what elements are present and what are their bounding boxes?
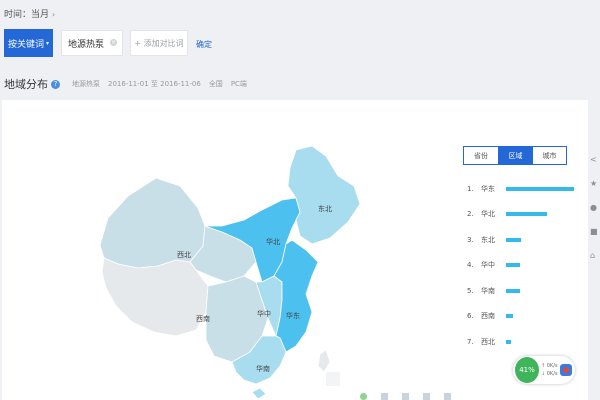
help-icon[interactable]: ?	[51, 79, 60, 89]
keyword-tag[interactable]: 地源热泵 ×	[61, 30, 123, 56]
map-label-dongbei: 东北	[318, 204, 332, 213]
china-region-map: 东北 华北 西北 西南 华中 华东 华南	[99, 145, 361, 400]
caret-down-icon: ▾	[46, 40, 50, 47]
keyword-mode-button[interactable]: 按关键词 ▾	[4, 29, 53, 57]
tray-dot-icon	[402, 393, 409, 400]
meta-scope: 全国	[208, 80, 223, 88]
star-icon[interactable]: ★	[590, 179, 599, 188]
arrow-up-icon: ↑	[541, 363, 546, 369]
map-south-sea-inset	[326, 372, 340, 386]
ranking-item: 4. 华中	[467, 253, 574, 279]
map-region-xizang[interactable]	[101, 257, 209, 337]
ranking-item: 1. 华东	[467, 176, 574, 202]
download-speed-value: 0K/s	[546, 371, 558, 377]
ranking-bar	[506, 314, 513, 319]
tray-dot-icon	[360, 393, 367, 400]
ranking-name: 华东	[481, 184, 495, 193]
ranking-bar	[506, 339, 511, 344]
ranking-number: 2.	[467, 210, 474, 219]
time-filter-label: 时间：当月	[4, 10, 50, 20]
ranking-number: 1.	[467, 184, 474, 193]
ranking-bar	[506, 263, 520, 268]
ranking-bar	[506, 186, 574, 191]
tray-dot-icon	[381, 393, 388, 400]
tray-dot-icon	[423, 393, 430, 400]
ranking-number: 4.	[467, 261, 474, 270]
keyword-tag-label: 地源热泵	[68, 39, 105, 50]
ranking-number: 7.	[467, 337, 474, 346]
meta-device: PC端	[230, 80, 247, 88]
keyword-mode-label: 按关键词	[7, 38, 44, 49]
section-title: 地域分布	[4, 78, 48, 91]
ranking-name: 华北	[481, 210, 495, 219]
ranking-item: 2. 华北	[467, 202, 574, 228]
speed-percent: 41%	[515, 357, 539, 383]
home-icon[interactable]: ⌂	[590, 251, 599, 260]
map-label-xinan: 西南	[196, 314, 210, 323]
map-label-huadong: 华东	[286, 311, 300, 320]
info-icon[interactable]: ●	[590, 203, 599, 212]
meta-date-range: 2016-11-01 至 2016-11-06	[108, 80, 201, 88]
region-granularity-tabs: 省份 区域 城市	[463, 146, 567, 165]
security-app-icon[interactable]	[560, 364, 572, 376]
ranking-item: 5. 华南	[467, 278, 574, 304]
section-header: 地域分布 ? 地源热泵 2016-11-01 至 2016-11-06 全国 P…	[4, 76, 247, 92]
ranking-name: 东北	[481, 235, 495, 244]
map-label-huanan: 华南	[256, 364, 270, 373]
ranking-name: 华南	[481, 286, 495, 295]
ranking-bar	[506, 288, 520, 293]
map-label-huazhong: 华中	[257, 309, 271, 318]
chevron-right-icon: ›	[52, 10, 56, 19]
download-speed: ↓ 0K/s	[541, 371, 558, 377]
upload-speed-value: 0K/s	[546, 363, 558, 369]
arrow-down-icon: ↓	[541, 371, 546, 377]
ranking-bar	[506, 212, 547, 217]
ranking-bar	[506, 237, 521, 242]
side-toolbar: < ★ ● ■ ⌂	[590, 155, 600, 275]
tab-province[interactable]: 省份	[464, 147, 498, 164]
add-compare-label: + 添加对比词	[134, 38, 184, 48]
map-label-huabei: 华北	[266, 237, 280, 246]
network-speed-widget[interactable]: 41% ↑ 0K/s ↓ 0K/s	[513, 356, 575, 384]
map-region-taiwan[interactable]	[317, 349, 331, 373]
ranking-name: 华中	[481, 261, 495, 270]
ranking-item: 7. 西北	[467, 329, 574, 355]
ranking-number: 6.	[467, 312, 474, 321]
ranking-item: 6. 西南	[467, 304, 574, 330]
ranking-number: 5.	[467, 286, 474, 295]
share-icon[interactable]: <	[590, 155, 599, 164]
chart-icon[interactable]: ■	[590, 227, 599, 236]
map-region-dongbei[interactable]	[287, 145, 361, 245]
region-ranking-list: 1. 华东 2. 华北 3. 东北 4. 华中 5. 华南 6. 西南 7. 西北	[467, 176, 574, 355]
tray-dot-icon	[444, 393, 451, 400]
ranking-name: 西北	[481, 337, 495, 346]
time-filter[interactable]: 时间：当月 ›	[4, 7, 55, 20]
map-region-hainan[interactable]	[251, 387, 267, 400]
tab-region[interactable]: 区域	[498, 147, 532, 164]
bottom-tray	[360, 393, 451, 400]
ranking-item: 3. 东北	[467, 227, 574, 253]
meta-keyword: 地源热泵	[72, 80, 100, 88]
upload-speed: ↑ 0K/s	[541, 363, 558, 369]
tab-city[interactable]: 城市	[532, 147, 566, 164]
map-label-xibei: 西北	[177, 251, 191, 259]
ranking-number: 3.	[467, 235, 474, 244]
add-compare-button[interactable]: + 添加对比词	[130, 30, 188, 56]
remove-icon[interactable]: ×	[110, 39, 117, 46]
confirm-link[interactable]: 确定	[196, 39, 212, 50]
ranking-name: 西南	[481, 312, 495, 321]
